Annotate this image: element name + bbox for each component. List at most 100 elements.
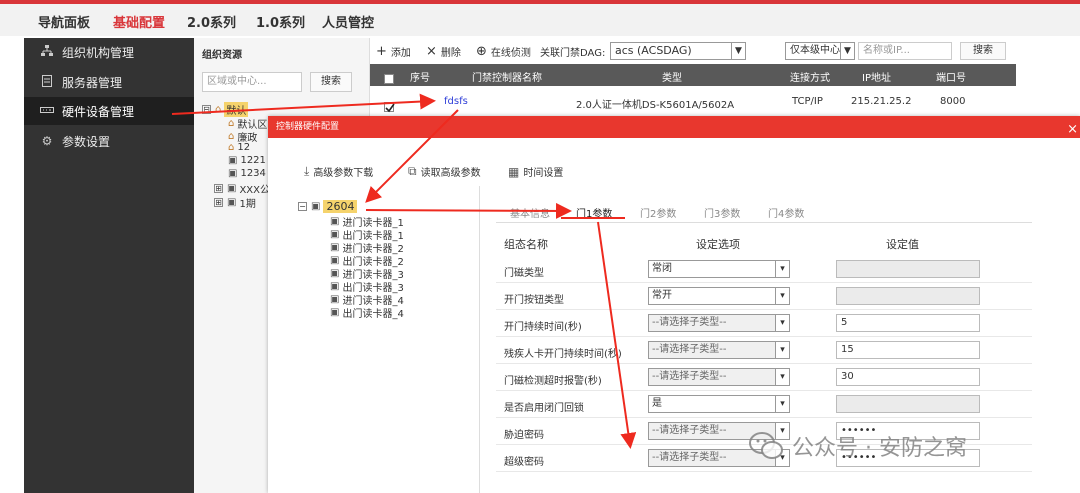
online-detect-label: 在线侦测 — [490, 48, 531, 59]
param-option-value: --请选择子类型-- — [652, 317, 727, 328]
calendar-icon: ▦ — [508, 164, 520, 179]
tree-node[interactable]: ▣ 1234 — [228, 168, 266, 179]
download-icon: ⤓ — [304, 164, 310, 178]
read-params-button[interactable]: ⧉ 读取高级参数 — [408, 164, 481, 179]
expand-icon[interactable]: ⊞ — [214, 198, 223, 207]
param-value-input[interactable]: 5 — [836, 314, 980, 332]
tree-node[interactable]: ⌂ 12 — [228, 142, 250, 153]
nav-basic-config[interactable]: 基础配置 — [113, 12, 165, 31]
tree-root-node[interactable]: − ▣ 2604 — [298, 200, 358, 213]
param-option-select[interactable]: 常闭 ▾ — [648, 260, 790, 278]
param-label: 开门按钮类型 — [504, 295, 564, 306]
chevron-down-icon: ▾ — [775, 288, 789, 304]
add-label: 添加 — [390, 48, 411, 59]
param-option-select: --请选择子类型-- ▾ — [648, 341, 790, 359]
dialog-title-bar: 控制器硬件配置 × — [268, 116, 1080, 138]
device-icon: ▣ — [227, 197, 237, 208]
download-params-label: 高级参数下载 — [313, 168, 374, 179]
org-search-input[interactable]: 区域或中心... — [202, 72, 302, 92]
gear-icon: ⚙ — [41, 134, 53, 148]
tree-node[interactable]: ⊞ ▣ 1期 — [214, 195, 256, 210]
close-icon[interactable]: × — [1067, 119, 1078, 141]
org-search-button[interactable]: 搜索 — [310, 72, 352, 92]
time-settings-label: 时间设置 — [523, 168, 564, 179]
expand-icon[interactable]: ⊞ — [214, 184, 223, 193]
tree-node[interactable]: ⊞ ▣ XXX公 — [214, 181, 270, 196]
tree-node[interactable]: ⊟ ⌂ 默认 — [202, 102, 249, 117]
delete-label: 删除 — [440, 48, 461, 59]
delete-button[interactable]: × 删除 — [426, 44, 461, 59]
chevron-down-icon: ▾ — [775, 261, 789, 277]
collapse-icon[interactable]: − — [298, 202, 307, 211]
dag-label-text: 关联门禁DAG: — [540, 48, 606, 59]
sidebar-item-org[interactable]: 组织机构管理 — [24, 38, 194, 66]
sidebar-item-params[interactable]: ⚙ 参数设置 — [24, 127, 194, 155]
param-label: 超级密码 — [504, 457, 544, 468]
param-option-select: --请选择子类型-- ▾ — [648, 314, 790, 332]
col-conn: 连接方式 — [790, 73, 830, 84]
card-reader-icon: ▣ — [330, 216, 340, 227]
param-row: 开门按钮类型 常开 ▾ — [496, 283, 1032, 310]
chevron-down-icon: ▾ — [775, 315, 789, 331]
read-params-icon: ⧉ — [408, 164, 417, 178]
device-port: 8000 — [940, 96, 966, 107]
param-value-input — [836, 260, 980, 278]
nav-dashboard[interactable]: 导航面板 — [38, 12, 90, 31]
param-option-select: --请选择子类型-- ▾ — [648, 368, 790, 386]
nav-series-1[interactable]: 1.0系列 — [256, 12, 305, 31]
controller-tree: − ▣ 2604 ▣ 进门读卡器_1 ▣ 出门读卡器_1 ▣ 进门读卡器_2 ▣ 出门读… — [280, 186, 480, 493]
scope-select[interactable]: 仅本级中心 ▼ — [785, 42, 855, 60]
download-params-button[interactable]: ⤓ 高级参数下载 — [304, 164, 373, 179]
device-search-button[interactable]: 搜索 — [960, 42, 1006, 60]
top-nav: 导航面板 基础配置 2.0系列 1.0系列 人员管控 — [0, 0, 1080, 36]
plus-icon: + — [376, 44, 387, 59]
chevron-down-icon: ▼ — [840, 43, 854, 59]
collapse-icon[interactable]: ⊟ — [202, 105, 211, 114]
dag-select[interactable]: acs (ACSDAG) ▼ — [610, 42, 746, 60]
time-settings-button[interactable]: ▦ 时间设置 — [508, 164, 564, 180]
tab-door2[interactable]: 门2参数 — [640, 205, 676, 220]
col-type: 类型 — [662, 73, 682, 84]
card-reader-icon: ▣ — [330, 268, 340, 279]
tab-door4[interactable]: 门4参数 — [768, 205, 804, 220]
tree-node[interactable]: ▣ 1221 — [228, 155, 266, 166]
param-row: 门磁检测超时报警(秒) --请选择子类型-- ▾ 30 — [496, 364, 1032, 391]
param-option-value: --请选择子类型-- — [652, 452, 727, 463]
param-value-input[interactable]: 30 — [836, 368, 980, 386]
wechat-icon — [748, 431, 784, 461]
card-reader-icon: ▣ — [330, 255, 340, 266]
sidebar-item-server[interactable]: 服务器管理 — [24, 68, 194, 96]
param-label: 门磁检测超时报警(秒) — [504, 376, 602, 387]
device-icon: ▣ — [228, 168, 238, 179]
param-value-input[interactable]: 15 — [836, 341, 980, 359]
sidebar-item-hardware[interactable]: 硬件设备管理 — [24, 97, 194, 125]
add-button[interactable]: + 添加 — [376, 44, 411, 59]
device-toolbar: + 添加 × 删除 ⊕ 在线侦测 关联门禁DAG: acs (ACSDAG) ▼ 仅本… — [370, 38, 1016, 64]
device-search-input[interactable]: 名称或IP... — [858, 42, 952, 60]
card-reader-icon: ▣ — [330, 307, 340, 318]
online-detect-button[interactable]: ⊕ 在线侦测 — [476, 44, 531, 59]
sidebar-item-label: 服务器管理 — [62, 75, 123, 90]
row-checkbox[interactable] — [384, 94, 395, 113]
table-row[interactable]: fdsfs 2.0人证一体机DS-K5601A/5602A TCP/IP 215… — [370, 88, 1016, 114]
controller-icon: ▣ — [311, 201, 321, 212]
nav-personnel[interactable]: 人员管控 — [322, 12, 374, 31]
param-row: 开门持续时间(秒) --请选择子类型-- ▾ 5 — [496, 310, 1032, 337]
reader-node[interactable]: ▣ 出门读卡器_4 — [330, 305, 404, 320]
tab-door3[interactable]: 门3参数 — [704, 205, 740, 220]
param-option-select[interactable]: 常开 ▾ — [648, 287, 790, 305]
device-icon: ▣ — [228, 155, 238, 166]
device-name-link[interactable]: fdsfs — [444, 96, 468, 107]
param-option-select[interactable]: 是 ▾ — [648, 395, 790, 413]
tab-basic-info[interactable]: 基本信息 — [510, 205, 550, 220]
scope-select-value: 仅本级中心 — [790, 45, 840, 56]
col-port: 端口号 — [936, 73, 966, 84]
table-header: 序号 门禁控制器名称 类型 连接方式 IP地址 端口号 — [370, 64, 1016, 86]
param-option-value: 常开 — [652, 290, 672, 301]
tree-node-label: 1221 — [240, 155, 266, 166]
tab-door1[interactable]: 门1参数 — [576, 205, 612, 220]
nav-series-2[interactable]: 2.0系列 — [187, 12, 236, 31]
col-index: 序号 — [410, 73, 430, 84]
close-icon: × — [426, 44, 437, 59]
param-label: 门磁类型 — [504, 268, 544, 279]
